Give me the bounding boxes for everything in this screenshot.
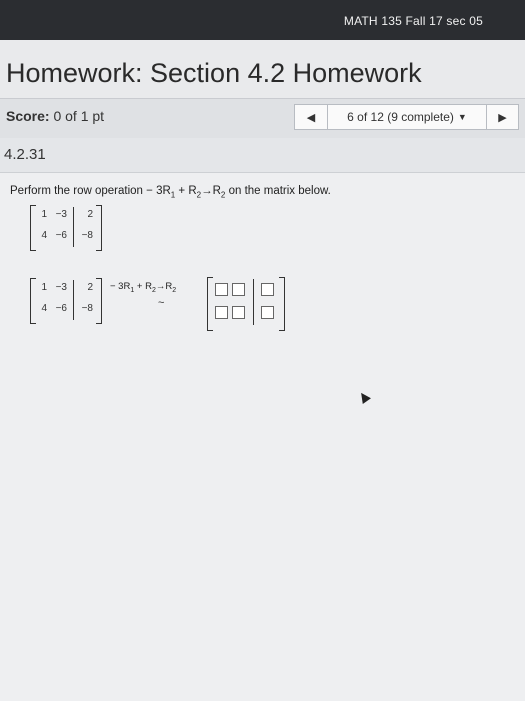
matrix-cell: −3	[55, 282, 67, 293]
top-bar: MATH 135 Fall 17 sec 05	[0, 0, 525, 40]
augment-bar	[73, 280, 74, 320]
answer-input-r2c3[interactable]	[261, 306, 274, 319]
question-number: 4.2.31	[4, 146, 46, 163]
triangle-left-icon: ◀	[306, 111, 316, 124]
score-bar: Score: 0 of 1 pt ◀ 6 of 12 (9 complete) …	[0, 98, 525, 140]
mouse-pointer-icon	[357, 390, 371, 404]
augment-bar	[253, 279, 254, 325]
answer-input-r1c2[interactable]	[232, 283, 245, 296]
question-navigator: ◀ 6 of 12 (9 complete) ▼ ▶	[294, 104, 519, 130]
op-part: →R	[155, 281, 173, 292]
matrix-cell: 4	[41, 230, 47, 241]
course-name: MATH 135 Fall 17 sec 05	[343, 14, 483, 28]
answer-input-r2c1[interactable]	[215, 306, 228, 319]
matrix-cell: 1	[41, 209, 47, 220]
question-prompt: Perform the row operation − 3R1 + R2→R2 …	[10, 185, 331, 199]
prompt-text: Perform the row operation	[10, 185, 143, 197]
op-part: →R	[201, 185, 221, 197]
bracket-right	[96, 205, 102, 251]
answer-input-r1c3[interactable]	[261, 283, 274, 296]
score: Score: 0 of 1 pt	[6, 108, 104, 124]
op-part: − 3R	[110, 281, 131, 292]
bracket-left	[207, 277, 213, 331]
chevron-down-icon: ▼	[457, 112, 467, 122]
previous-question-button[interactable]: ◀	[294, 104, 328, 130]
op-subscript: 2	[172, 286, 177, 294]
matrix-cell: −6	[55, 303, 67, 314]
matrix-cell: −3	[55, 209, 67, 220]
question-selector[interactable]: 6 of 12 (9 complete) ▼	[327, 104, 487, 130]
answer-input-r2c2[interactable]	[232, 306, 245, 319]
bracket-right	[96, 278, 102, 324]
question-content: Perform the row operation − 3R1 + R2→R2 …	[0, 172, 525, 701]
op-part: + R	[175, 185, 197, 197]
page-title: Homework: Section 4.2 Homework	[6, 58, 422, 88]
matrix-cell: 1	[41, 282, 47, 293]
question-number-bar: 4.2.31	[0, 138, 525, 172]
row-operation-label: − 3R1 + R2→R2	[110, 281, 176, 294]
bracket-right	[279, 277, 285, 331]
score-value: 0 of 1 pt	[53, 108, 105, 124]
progress-text: 6 of 12 (9 complete)	[347, 110, 454, 124]
answer-input-r1c1[interactable]	[215, 283, 228, 296]
score-label: Score:	[6, 108, 50, 124]
op-part: + R	[134, 281, 152, 292]
matrix-cell: −6	[55, 230, 67, 241]
triangle-right-icon: ▶	[498, 111, 507, 124]
op-subscript: 2	[220, 190, 226, 200]
tilde-symbol: ~	[158, 297, 165, 309]
op-part: − 3R	[146, 185, 171, 197]
augment-bar	[73, 207, 74, 247]
next-question-button[interactable]: ▶	[486, 104, 519, 130]
matrix-cell: 4	[41, 303, 47, 314]
prompt-tail: on the matrix below.	[228, 185, 331, 197]
